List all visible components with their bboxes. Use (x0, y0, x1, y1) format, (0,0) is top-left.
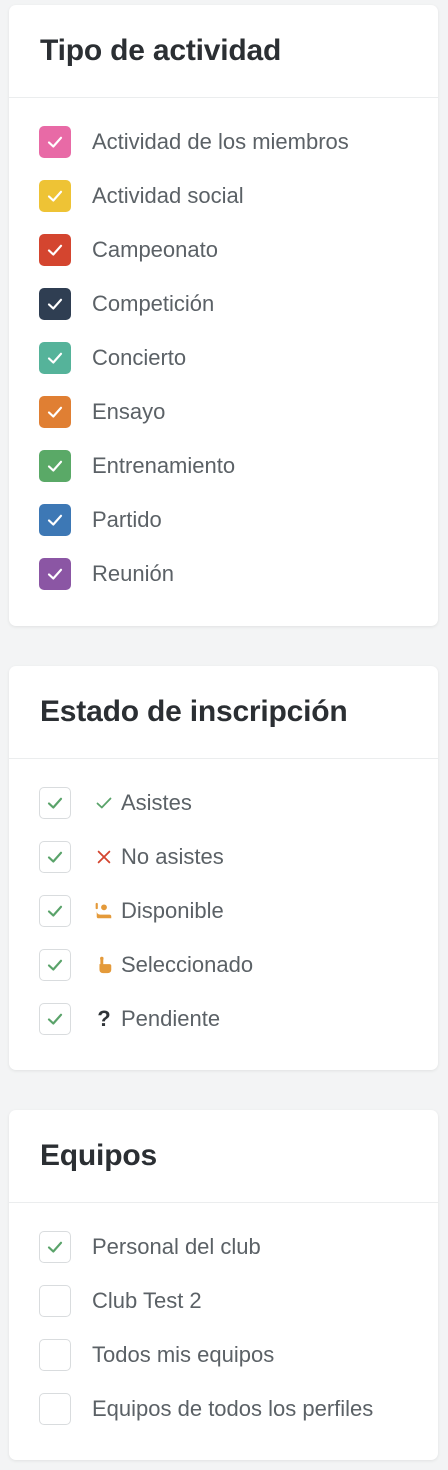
activity-filter-actividad-social[interactable]: Actividad social (9, 169, 438, 223)
activity-checkbox[interactable] (39, 558, 71, 590)
activity-checkbox[interactable] (39, 126, 71, 158)
checkmark-icon (45, 793, 65, 813)
activity-type-header: Tipo de actividad (9, 5, 438, 98)
activity-filter-reunion[interactable]: Reunión (9, 547, 438, 601)
question-icon: ? (97, 1006, 111, 1031)
checkmark-icon (45, 901, 65, 921)
status-filter-seleccionado[interactable]: Seleccionado (9, 938, 438, 992)
activity-checkbox[interactable] (39, 342, 71, 374)
checkmark-icon (45, 186, 65, 206)
team-filter-club-test-2[interactable]: Club Test 2 (9, 1274, 438, 1328)
activity-label: Campeonato (92, 237, 218, 262)
activity-label: Partido (92, 507, 162, 532)
raised-hand-person-icon (93, 900, 115, 922)
activity-label: Concierto (92, 345, 187, 370)
activity-filter-ensayo[interactable]: Ensayo (9, 385, 438, 439)
checkmark-icon (45, 402, 65, 422)
team-label: Club Test 2 (92, 1288, 202, 1313)
team-filter-equipos-de-todos-los-perfiles[interactable]: Equipos de todos los perfiles (9, 1382, 438, 1436)
team-label: Personal del club (92, 1234, 261, 1259)
activity-type-list: Actividad de los miembros Actividad socia… (9, 98, 438, 601)
activity-checkbox[interactable] (39, 234, 71, 266)
status-label: No asistes (121, 844, 224, 869)
team-checkbox[interactable] (39, 1231, 71, 1263)
teams-list: Personal del club Club Test 2 Todos mis eq… (9, 1203, 438, 1436)
status-label: Seleccionado (121, 952, 254, 977)
teams-title: Equipos (40, 1139, 157, 1172)
activity-label: Actividad social (92, 183, 244, 208)
checkmark-icon (45, 1009, 65, 1029)
team-filter-personal-del-club[interactable]: Personal del club (9, 1220, 438, 1274)
activity-filter-actividad-de-los-miembros[interactable]: Actividad de los miembros (9, 115, 438, 169)
activity-label: Actividad de los miembros (92, 129, 349, 154)
activity-checkbox[interactable] (39, 396, 71, 428)
activity-type-title: Tipo de actividad (40, 34, 282, 67)
status-label: Disponible (121, 898, 224, 923)
checkmark-icon (45, 294, 65, 314)
activity-type-card: Tipo de actividad Actividad de los miemb… (9, 5, 438, 626)
cross-icon (93, 846, 115, 868)
status-checkbox[interactable] (39, 1003, 71, 1035)
activity-checkbox[interactable] (39, 288, 71, 320)
checkmark-icon (45, 510, 65, 530)
activity-checkbox[interactable] (39, 504, 71, 536)
activity-label: Reunión (92, 561, 174, 586)
registration-status-title: Estado de inscripción (40, 695, 348, 728)
checkmark-icon (45, 456, 65, 476)
status-checkbox[interactable] (39, 787, 71, 819)
activity-filter-partido[interactable]: Partido (9, 493, 438, 547)
status-checkbox[interactable] (39, 895, 71, 927)
registration-status-list: Asistes No asistes Disponible Seleccionado?… (9, 759, 438, 1046)
activity-checkbox[interactable] (39, 450, 71, 482)
status-filter-no-asistes[interactable]: No asistes (9, 830, 438, 884)
team-checkbox[interactable] (39, 1393, 71, 1425)
checkmark-icon (45, 955, 65, 975)
registration-status-header: Estado de inscripción (9, 666, 438, 759)
team-label: Equipos de todos los perfiles (92, 1396, 374, 1421)
team-filter-todos-mis-equipos[interactable]: Todos mis equipos (9, 1328, 438, 1382)
checkmark-icon (45, 1237, 65, 1257)
activity-filter-concierto[interactable]: Concierto (9, 331, 438, 385)
check-icon (93, 792, 115, 814)
activity-label: Ensayo (92, 399, 166, 424)
team-checkbox[interactable] (39, 1285, 71, 1317)
activity-filter-competicion[interactable]: Competición (9, 277, 438, 331)
status-label: Pendiente (121, 1006, 221, 1031)
status-label: Asistes (121, 790, 192, 815)
status-filter-asistes[interactable]: Asistes (9, 776, 438, 830)
status-filter-disponible[interactable]: Disponible (9, 884, 438, 938)
activity-filter-entrenamiento[interactable]: Entrenamiento (9, 439, 438, 493)
checkmark-icon (45, 132, 65, 152)
status-checkbox[interactable] (39, 841, 71, 873)
checkmark-icon (45, 348, 65, 368)
checkmark-icon (45, 564, 65, 584)
activity-label: Entrenamiento (92, 453, 236, 478)
checkmark-icon (45, 240, 65, 260)
status-filter-pendiente[interactable]: ? Pendiente (9, 992, 438, 1046)
team-checkbox[interactable] (39, 1339, 71, 1371)
registration-status-card: Estado de inscripción Asistes No asistes D… (9, 666, 438, 1070)
checkmark-icon (45, 847, 65, 867)
teams-header: Equipos (9, 1110, 438, 1203)
status-checkbox[interactable] (39, 949, 71, 981)
teams-card: Equipos Personal del club Club Test 2 Todo… (9, 1110, 438, 1460)
activity-checkbox[interactable] (39, 180, 71, 212)
team-label: Todos mis equipos (92, 1342, 275, 1367)
activity-label: Competición (92, 291, 215, 316)
activity-filter-campeonato[interactable]: Campeonato (9, 223, 438, 277)
pointing-hand-icon (93, 954, 115, 976)
